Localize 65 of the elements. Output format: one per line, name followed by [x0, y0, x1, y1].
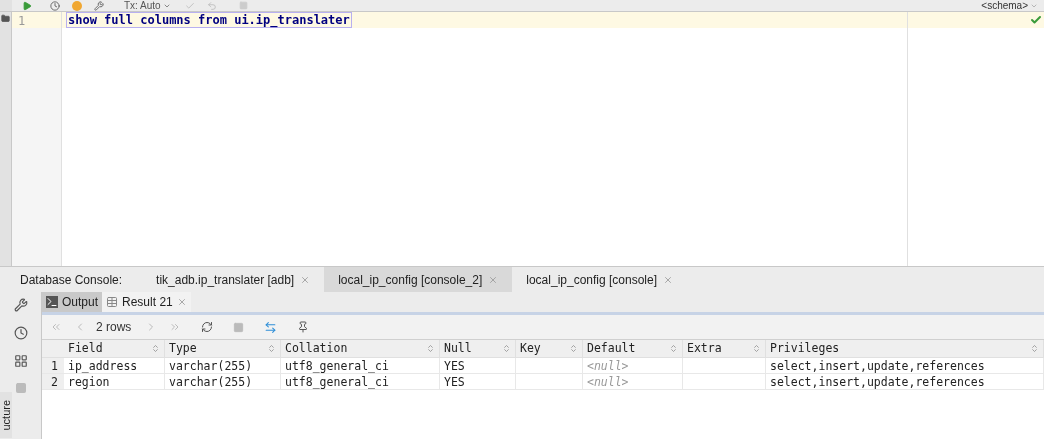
- transaction-dropdown[interactable]: Tx: Auto: [124, 0, 171, 11]
- sort-icon[interactable]: [752, 344, 761, 353]
- column-header[interactable]: Extra: [683, 340, 766, 357]
- close-icon[interactable]: [176, 297, 187, 307]
- terminal-icon: [46, 296, 58, 308]
- column-header[interactable]: Null: [440, 340, 516, 357]
- row-number: 1: [42, 358, 64, 373]
- table-cell: varchar(255): [165, 358, 281, 373]
- table-cell: select,insert,update,references: [766, 358, 1044, 373]
- console-tab[interactable]: tik_adb.ip_translater [adb]: [142, 267, 325, 292]
- stop-icon[interactable]: [14, 382, 27, 394]
- column-header[interactable]: Type: [165, 340, 281, 357]
- sort-icon[interactable]: [502, 344, 511, 353]
- table-cell: select,insert,update,references: [766, 374, 1044, 389]
- compare-icon[interactable]: [264, 320, 278, 334]
- row-count: 2 rows: [96, 319, 132, 336]
- table-cell: region: [64, 374, 165, 389]
- table-cell: utf8_general_ci: [281, 374, 440, 389]
- column-header[interactable]: Field: [64, 340, 165, 357]
- first-page-icon[interactable]: [50, 321, 62, 333]
- stop-icon[interactable]: [238, 1, 248, 10]
- close-icon[interactable]: [663, 274, 674, 285]
- p-badge-icon[interactable]: [72, 0, 82, 11]
- line-number: 1: [12, 12, 61, 28]
- layout-icon[interactable]: [13, 354, 28, 368]
- sort-icon[interactable]: [267, 344, 276, 353]
- history-icon[interactable]: [50, 0, 60, 11]
- sort-icon[interactable]: [1030, 344, 1039, 353]
- pin-icon[interactable]: [297, 321, 310, 333]
- result-tab[interactable]: Result 21: [102, 292, 191, 312]
- table-icon: [106, 296, 119, 308]
- rollback-icon[interactable]: [206, 0, 217, 11]
- check-icon: [1030, 14, 1042, 26]
- table-cell: YES: [440, 358, 516, 373]
- result-tab[interactable]: Output: [42, 292, 103, 312]
- table-cell: <null>: [583, 358, 683, 373]
- table-cell: YES: [440, 374, 516, 389]
- commit-icon[interactable]: [184, 0, 195, 11]
- sort-icon[interactable]: [151, 344, 160, 353]
- sort-icon[interactable]: [669, 344, 678, 353]
- column-header[interactable]: Collation: [281, 340, 440, 357]
- side-tab[interactable]: ucture: [0, 399, 15, 431]
- refresh-icon[interactable]: [201, 321, 214, 333]
- column-header[interactable]: Default: [583, 340, 683, 357]
- sort-icon[interactable]: [426, 344, 435, 353]
- table-cell: ip_address: [64, 358, 165, 373]
- schema-dropdown[interactable]: <schema>: [981, 0, 1038, 11]
- table-cell: varchar(255): [165, 374, 281, 389]
- console-tab[interactable]: local_ip_config [console_2]: [324, 267, 513, 292]
- wrench-icon[interactable]: [94, 0, 104, 11]
- close-icon[interactable]: [488, 274, 499, 285]
- column-header[interactable]: Key: [516, 340, 583, 357]
- console-label: Database Console:: [20, 271, 123, 289]
- table-cell: <null>: [583, 374, 683, 389]
- column-header[interactable]: Privileges: [766, 340, 1044, 357]
- row-number: 2: [42, 374, 64, 389]
- history-icon[interactable]: [13, 326, 28, 340]
- console-tab[interactable]: local_ip_config [console]: [512, 267, 688, 292]
- sort-icon[interactable]: [569, 344, 578, 353]
- run-icon[interactable]: [22, 0, 32, 11]
- stop-icon[interactable]: [233, 321, 245, 333]
- wrench-icon[interactable]: [13, 298, 28, 312]
- close-icon[interactable]: [300, 274, 311, 285]
- folder-icon[interactable]: [1, 14, 10, 23]
- table-cell: utf8_general_ci: [281, 358, 440, 373]
